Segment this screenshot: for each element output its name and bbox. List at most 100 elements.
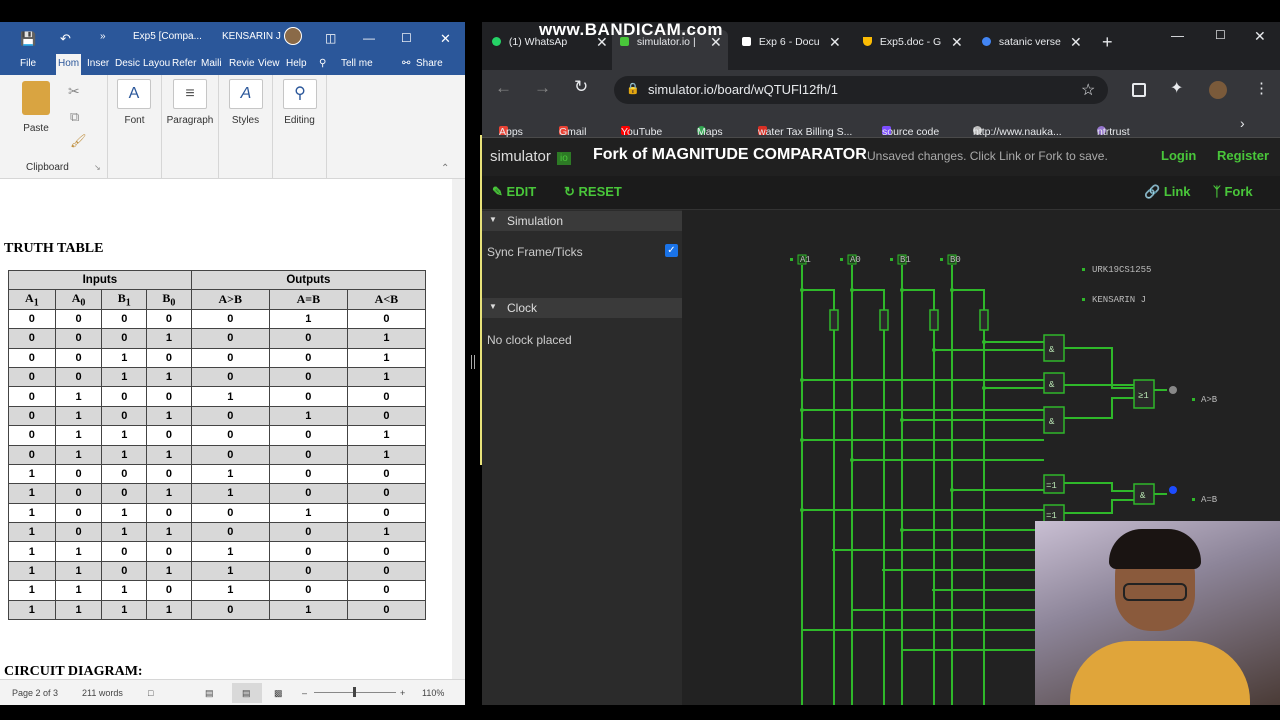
table-cell: 0 xyxy=(101,308,148,330)
back-icon[interactable]: ← xyxy=(495,78,512,98)
maximize-icon[interactable]: ☐ xyxy=(401,31,412,45)
simulation-section-header[interactable]: ▼ Simulation xyxy=(482,211,682,231)
minimize-icon[interactable]: — xyxy=(1171,28,1184,50)
table-cell: 0 xyxy=(190,599,270,621)
tab-home[interactable]: Hom xyxy=(56,54,82,75)
document-page[interactable]: TRUTH TABLE Inputs Outputs A1 A0 B1 B0 A>B A=… xyxy=(0,179,452,679)
vertical-scrollbar[interactable] xyxy=(452,179,465,679)
bandicam-watermark: www.BANDICAM.com xyxy=(539,22,723,39)
menu-icon[interactable]: ⋮ xyxy=(1254,79,1269,97)
share-button[interactable]: Share xyxy=(416,58,443,69)
paragraph-button[interactable]: Paragraph xyxy=(162,115,218,126)
search-icon[interactable]: ⚲ xyxy=(283,79,317,109)
maximize-icon[interactable]: ☐ xyxy=(1215,28,1226,50)
zoom-slider-handle[interactable] xyxy=(353,687,356,697)
tab-insert[interactable]: Inser xyxy=(87,58,109,69)
dialog-launcher-icon[interactable]: ↘ xyxy=(94,163,101,172)
url-text[interactable]: simulator.io/board/wQTUFl12fh/1 xyxy=(648,82,838,97)
tab-exp5[interactable]: Exp5.doc - G ✕ xyxy=(863,34,973,58)
tab-layout[interactable]: Layou xyxy=(143,58,170,69)
section-label: Clock xyxy=(507,301,538,315)
name-label: KENSARIN J xyxy=(1092,295,1146,305)
extension-icon[interactable] xyxy=(1132,83,1146,97)
close-icon[interactable]: ✕ xyxy=(440,31,451,47)
reload-icon[interactable]: ↻ xyxy=(574,77,588,97)
lock-icon[interactable]: 🔒 xyxy=(626,82,640,95)
page-count[interactable]: Page 2 of 3 xyxy=(12,688,58,698)
edit-button[interactable]: ✎ EDIT xyxy=(492,184,536,200)
font-button[interactable]: Font xyxy=(108,115,161,126)
paste-icon[interactable] xyxy=(22,81,50,115)
font-icon[interactable]: A xyxy=(117,79,151,109)
fork-button[interactable]: ᛉ Fork xyxy=(1213,184,1253,199)
save-icon[interactable]: 💾 xyxy=(20,31,36,47)
divider-handle[interactable] xyxy=(471,355,475,369)
paragraph-icon[interactable]: ≡ xyxy=(173,79,207,109)
login-link[interactable]: Login xyxy=(1161,148,1196,163)
proofing-icon[interactable]: □ xyxy=(148,688,153,698)
tab-mailings[interactable]: Maili xyxy=(201,58,222,69)
cut-icon[interactable]: ✂ xyxy=(68,83,80,100)
tell-me-box[interactable]: Tell me xyxy=(341,58,373,69)
table-cell: 1 xyxy=(346,425,427,446)
zoom-level[interactable]: 110% xyxy=(422,688,444,698)
close-tab-icon[interactable]: ✕ xyxy=(1070,34,1082,51)
ribbon-display-icon[interactable]: ◫ xyxy=(325,31,336,45)
new-tab-icon[interactable]: + xyxy=(1102,32,1113,54)
read-mode-icon[interactable]: ▤ xyxy=(205,688,214,699)
output-node-ab-greater[interactable] xyxy=(1169,386,1177,394)
inverters[interactable] xyxy=(829,309,989,331)
word-title-bar: 💾 ↶ » Exp5 [Compa... KENSARIN J ◫ — ☐ ✕ xyxy=(0,22,465,53)
collapse-ribbon-icon[interactable]: ⌃ xyxy=(441,163,449,174)
tab-help[interactable]: Help xyxy=(286,58,307,69)
input-label-b0: B0 xyxy=(950,255,961,265)
simulator-logo[interactable]: simulator io xyxy=(490,148,571,165)
tab-file[interactable]: File xyxy=(20,58,36,69)
close-tab-icon[interactable]: ✕ xyxy=(951,34,963,51)
output-node-ab-equal[interactable] xyxy=(1169,486,1177,494)
close-tab-icon[interactable]: ✕ xyxy=(829,34,841,51)
register-link[interactable]: Register xyxy=(1217,148,1269,163)
sync-checkbox[interactable]: ✓ xyxy=(665,244,678,257)
avatar[interactable] xyxy=(284,27,302,45)
clock-section-header[interactable]: ▼ Clock xyxy=(482,298,682,318)
link-button[interactable]: 🔗 Link xyxy=(1144,184,1191,200)
zoom-out-icon[interactable]: – xyxy=(302,688,307,698)
word-ribbon: Paste ✂ ⧉ 🖌 Clipboard ↘ A Font ≡ Paragra… xyxy=(0,75,465,179)
paste-button[interactable]: Paste xyxy=(14,123,58,134)
tab-view[interactable]: View xyxy=(258,58,280,69)
close-window-icon[interactable]: ✕ xyxy=(1254,28,1266,50)
profile-avatar[interactable] xyxy=(1209,81,1227,99)
tab-strip: (1) WhatsAp ✕ simulator.io | ✕ Exp 6 - D… xyxy=(482,22,1280,70)
star-icon[interactable]: ☆ xyxy=(1081,80,1095,100)
tab-satanic[interactable]: satanic verse ✕ xyxy=(982,34,1097,58)
tab-review[interactable]: Revie xyxy=(229,58,255,69)
word-count[interactable]: 211 words xyxy=(82,688,123,698)
copy-icon[interactable]: ⧉ xyxy=(70,109,79,125)
roll-number-label: URK19CS1255 xyxy=(1092,265,1151,275)
reset-icon: ↻ xyxy=(564,184,575,199)
undo-icon[interactable]: ↶ xyxy=(60,31,71,47)
format-painter-icon[interactable]: 🖌 xyxy=(70,133,87,149)
styles-icon[interactable]: A xyxy=(229,79,263,109)
minimize-icon[interactable]: — xyxy=(363,31,375,45)
puzzle-icon[interactable]: ✦ xyxy=(1170,78,1183,98)
no-clock-text: No clock placed xyxy=(487,333,572,347)
chevron-right-icon[interactable]: › xyxy=(1240,115,1245,131)
more-icon[interactable]: » xyxy=(100,31,106,42)
editing-button[interactable]: Editing xyxy=(273,115,326,126)
tab-design[interactable]: Desic xyxy=(115,58,140,69)
reset-label: RESET xyxy=(578,184,622,199)
reset-button[interactable]: ↻ RESET xyxy=(564,184,622,200)
board-title[interactable]: Fork of MAGNITUDE COMPARATOR xyxy=(593,146,867,164)
web-layout-icon[interactable]: ▩ xyxy=(274,688,283,699)
styles-button[interactable]: Styles xyxy=(219,115,272,126)
input-pins[interactable] xyxy=(797,254,957,265)
forward-icon[interactable]: → xyxy=(534,78,551,98)
omnibox[interactable]: 🔒 simulator.io/board/wQTUFl12fh/1 ☆ xyxy=(614,76,1108,104)
zoom-in-icon[interactable]: + xyxy=(400,688,405,698)
tab-references[interactable]: Refer xyxy=(172,58,196,69)
window-divider[interactable] xyxy=(465,22,482,705)
tab-exp6[interactable]: Exp 6 - Docu ✕ xyxy=(742,34,857,58)
gates[interactable] xyxy=(1043,334,1155,524)
